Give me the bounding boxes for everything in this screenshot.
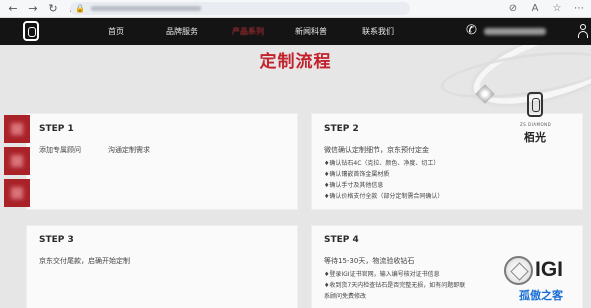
brand-mark-icon [527, 92, 543, 117]
nav-item-contact[interactable]: 联系我们 [362, 26, 394, 37]
back-arrow-icon[interactable]: ← [6, 2, 20, 16]
phone-icon: ✆ [466, 23, 477, 38]
browser-actions: ⊘ A ☆ ⋯ [507, 2, 585, 15]
forward-arrow-icon[interactable]: → [26, 2, 40, 16]
side-tab-qr[interactable] [4, 179, 30, 207]
step-card-1: STEP 1 添加专属顾问 沟通定制需求 [26, 113, 298, 210]
step-bullet: 系顾问免费修改 [324, 293, 367, 300]
url-text-redacted [90, 6, 201, 11]
step-text: 微信确认定制细节，京东预付定金 [324, 146, 429, 154]
step-bullet: ♦确认钻石4C（克拉、颜色、净度、切工） [324, 160, 440, 167]
step-bullet: ♦确认价格支付全款（部分定制需合同确认） [324, 193, 444, 200]
nav-item-products[interactable]: 产品系列 [232, 26, 264, 37]
step-bullet: ♦确认镶嵌首饰金属材质 [324, 171, 390, 178]
menu-dots-icon[interactable]: ⋯ [573, 2, 585, 15]
step-label: STEP 2 [324, 124, 359, 134]
phone-number-redacted [484, 28, 546, 35]
side-floating-tabs [4, 115, 30, 211]
address-bar[interactable]: 🔒 [70, 2, 410, 15]
step-card-2: STEP 2 微信确认定制细节，京东预付定金 ♦确认钻石4C（克拉、颜色、净度、… [311, 113, 583, 210]
extension-icon[interactable]: ⊘ [507, 2, 519, 15]
browser-toolbar: ← → ↻ ⌂ 🔒 ⊘ A ☆ ⋯ [0, 0, 591, 18]
step-bullet: ♦登录IGI证书官网，输入编号核对证书信息 [324, 271, 440, 278]
side-tab-contact[interactable] [4, 115, 30, 143]
nav-item-brand-service[interactable]: 品牌服务 [166, 26, 198, 37]
side-tab-chat[interactable] [4, 147, 30, 175]
page-title: 定制流程 [259, 52, 332, 72]
watermark: 孤傲之客 [519, 289, 563, 302]
step-text: 京东交付尾款，启确开始定制 [39, 257, 130, 265]
page-content: 定制流程 STEP 1 添加专属顾问 沟通定制需求 STEP 2 微信确认定制细… [0, 45, 591, 308]
step-text: 等待15-30天，物流验收钻石 [324, 257, 415, 265]
step-text: 沟通定制需求 [108, 146, 150, 154]
brand-subtitle: ZS DIAMOND [520, 122, 552, 127]
igi-seal-icon [504, 256, 533, 285]
step-label: STEP 4 [324, 235, 359, 245]
lock-icon: 🔒 [75, 4, 85, 13]
user-icon[interactable] [578, 23, 588, 39]
nav-item-home[interactable]: 首页 [108, 26, 124, 37]
nav-item-news[interactable]: 新闻科普 [295, 26, 327, 37]
step-text: 添加专属顾问 [39, 146, 81, 154]
step-card-3: STEP 3 京东交付尾款，启确开始定制 [26, 225, 298, 308]
reload-icon[interactable]: ↻ [46, 2, 60, 16]
step-label: STEP 3 [39, 235, 74, 245]
step-label: STEP 1 [39, 124, 74, 134]
site-header: 首页 品牌服务 产品系列 新闻科普 联系我们 ✆ [0, 18, 591, 45]
brand-logo-icon[interactable] [23, 21, 39, 41]
step-bullet: ♦收到货7天内检查钻石是否完整无损，如有问题即联 [324, 282, 466, 289]
brand-name: 栢光 [524, 131, 546, 144]
read-aloud-icon[interactable]: A [529, 2, 541, 15]
step-bullet: ♦确认手寸及其他信息 [324, 182, 384, 189]
favorite-star-icon[interactable]: ☆ [551, 2, 563, 15]
igi-logo-text: IGI [535, 258, 564, 281]
